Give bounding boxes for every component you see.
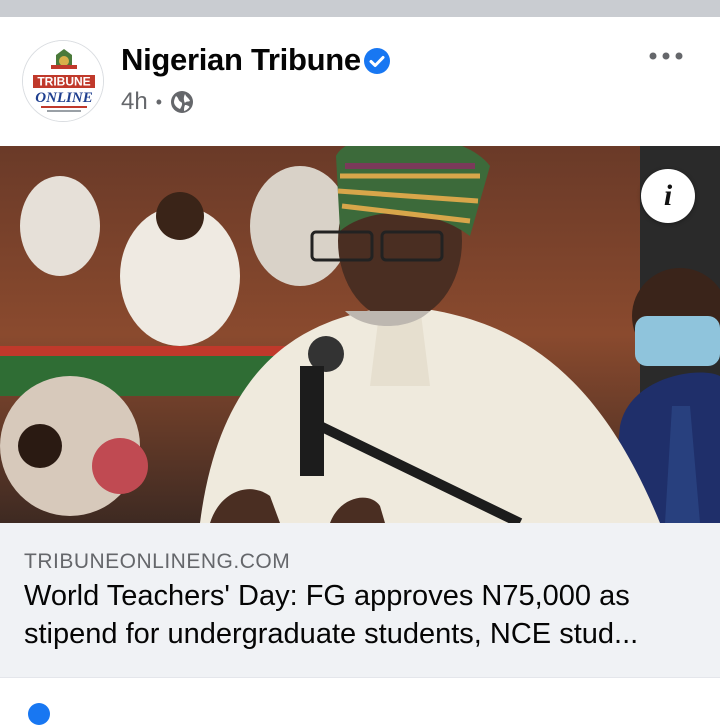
link-domain: TRIBUNEONLINENG.COM	[24, 550, 291, 573]
post-meta: 4h •	[121, 88, 194, 116]
post-photo[interactable]	[0, 146, 720, 523]
svg-text:TRIBUNE: TRIBUNE	[37, 75, 90, 89]
svg-text:ONLINE: ONLINE	[35, 90, 93, 106]
info-icon: i	[663, 179, 673, 212]
status-strip	[0, 0, 720, 17]
more-options-icon[interactable]	[648, 44, 684, 68]
page-name[interactable]: Nigerian Tribune	[121, 42, 361, 78]
reaction-icon	[28, 703, 50, 725]
tribune-logo: TRIBUNE ONLINE	[23, 41, 103, 121]
link-headline-line2: stipend for undergraduate students, NCE …	[24, 618, 639, 650]
page-avatar[interactable]: TRIBUNE ONLINE	[22, 40, 104, 122]
link-headline-line1: World Teachers' Day: FG approves N75,000…	[24, 580, 630, 612]
speaker-photo	[0, 146, 720, 523]
card-divider	[0, 677, 720, 678]
link-headline[interactable]: World Teachers' Day: FG approves N75,000…	[24, 577, 704, 653]
post-header	[0, 17, 720, 146]
photo-info-button[interactable]: i	[641, 169, 695, 223]
post-timestamp[interactable]: 4h	[121, 88, 148, 116]
meta-separator: •	[155, 91, 163, 112]
verified-badge-icon	[364, 48, 390, 74]
globe-icon[interactable]	[170, 90, 194, 114]
